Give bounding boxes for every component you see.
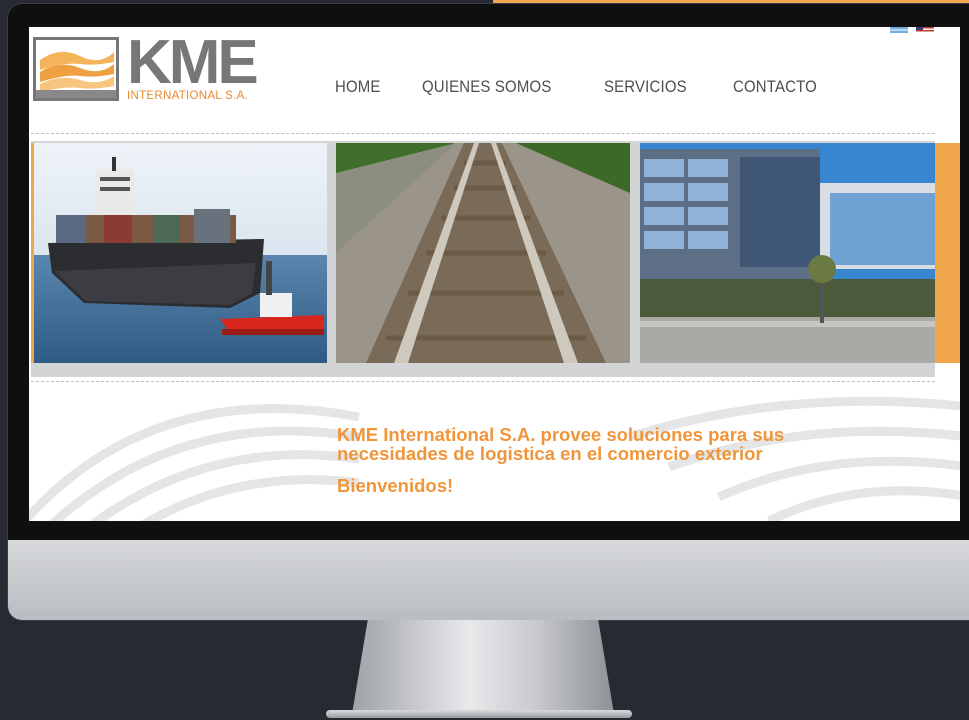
main-nav: HOME QUIENES SOMOS SERVICIOS CONTACTO [335, 77, 828, 97]
nav-item-quienes-somos[interactable]: QUIENES SOMOS [422, 77, 551, 97]
tagline-text: KME International S.A. provee soluciones… [337, 424, 785, 464]
logo-subtitle: INTERNATIONAL S.A. [127, 90, 249, 102]
monitor-chin [8, 540, 969, 620]
logo-name: KME [127, 28, 259, 97]
site-logo[interactable]: KME INTERNATIONAL S.A. [33, 28, 259, 102]
gallery-accent [935, 143, 960, 363]
divider [31, 381, 935, 382]
divider [31, 133, 935, 134]
nav-item-servicios[interactable]: SERVICIOS [604, 77, 687, 97]
railway-tracks-photo [336, 143, 630, 363]
welcome-heading: Bienvenidos! [337, 475, 454, 496]
nav-item-contacto[interactable]: CONTACTO [733, 77, 817, 97]
waves-logo-icon [33, 37, 119, 101]
cargo-ship-photo [31, 143, 327, 363]
glass-building-photo [640, 143, 935, 363]
monitor-stand [352, 620, 614, 714]
nav-item-home[interactable]: HOME [335, 77, 381, 97]
website-screen: KME INTERNATIONAL S.A. HOME QUIENES SOMO… [29, 27, 960, 521]
usa-flag-icon[interactable] [916, 27, 934, 33]
monitor-stand-base [326, 710, 632, 718]
argentina-flag-icon[interactable] [890, 27, 908, 33]
language-flags [890, 27, 934, 33]
welcome-section: KME International S.A. provee soluciones… [29, 397, 960, 521]
